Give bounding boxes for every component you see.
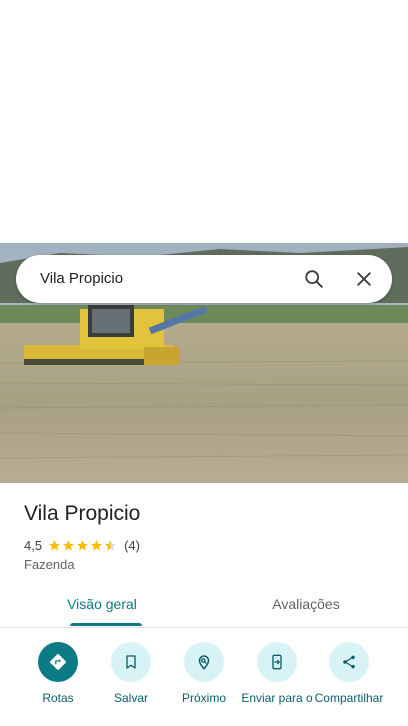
- rating-row[interactable]: 4,5 (4): [24, 536, 140, 554]
- search-bar[interactable]: Vila Propicio: [16, 255, 392, 303]
- place-category: Fazenda: [24, 557, 75, 572]
- bookmark-icon: [111, 642, 151, 682]
- send-to-phone-label: Enviar para o: [241, 691, 313, 705]
- nearby-icon: [184, 642, 224, 682]
- share-label: Compartilhar: [314, 691, 384, 705]
- star-full-icon: [49, 539, 60, 550]
- tab-reviews[interactable]: Avaliações: [204, 586, 408, 627]
- directions-button[interactable]: Rotas: [21, 642, 95, 705]
- search-icon[interactable]: [296, 261, 332, 297]
- place-title: Vila Propicio: [24, 502, 141, 525]
- star-full-icon: [77, 539, 88, 550]
- tab-overview[interactable]: Visão geral: [0, 586, 204, 627]
- review-count: (4): [124, 537, 140, 553]
- map-area[interactable]: [0, 0, 408, 243]
- star-full-icon: [91, 539, 102, 550]
- save-label: Salvar: [113, 691, 148, 705]
- save-button[interactable]: Salvar: [94, 642, 168, 705]
- send-to-phone-button[interactable]: Enviar para o: [240, 642, 314, 705]
- nearby-label: Próximo: [181, 691, 226, 705]
- nearby-button[interactable]: Próximo: [167, 642, 241, 705]
- share-button[interactable]: Compartilhar: [312, 642, 386, 705]
- tab-bar: Visão geral Avaliações: [0, 586, 408, 628]
- directions-icon: [38, 642, 78, 682]
- close-icon[interactable]: [346, 261, 382, 297]
- rating-value: 4,5: [24, 537, 43, 553]
- place-details-page: Vila Propicio Vila Propicio 4,5 (4) Faze…: [0, 0, 408, 726]
- share-icon: [329, 642, 369, 682]
- star-full-icon: [63, 539, 74, 550]
- active-tab-indicator: [70, 623, 142, 626]
- star-rating: [48, 539, 118, 552]
- action-bar: Rotas Salvar Próximo Enviar para o Compa…: [0, 628, 408, 726]
- search-input[interactable]: Vila Propicio: [40, 269, 123, 289]
- directions-label: Rotas: [42, 691, 74, 705]
- star-half-icon: [105, 539, 116, 550]
- send-to-phone-icon: [257, 642, 297, 682]
